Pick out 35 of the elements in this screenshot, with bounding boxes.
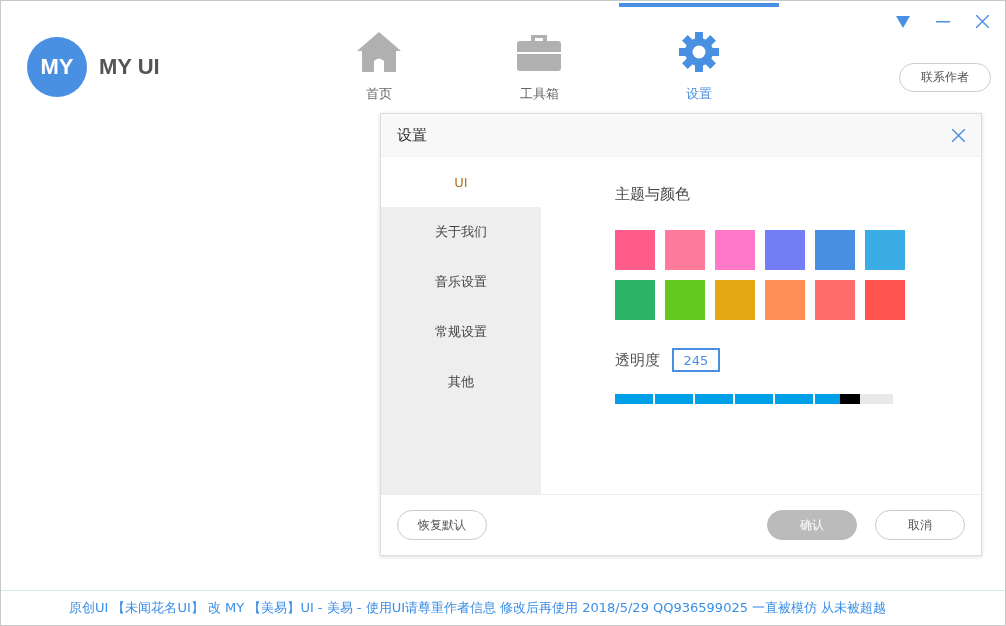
sidebar-item[interactable]: 其他 (381, 357, 541, 407)
color-swatch[interactable] (765, 230, 805, 270)
nav-tab[interactable]: 首页 (299, 3, 459, 111)
minimize-icon[interactable] (936, 20, 950, 23)
sidebar-item[interactable]: 常规设置 (381, 307, 541, 357)
color-swatch[interactable] (765, 280, 805, 320)
color-swatch[interactable] (865, 230, 905, 270)
sidebar-item[interactable]: 音乐设置 (381, 257, 541, 307)
opacity-label: 透明度 (615, 350, 660, 370)
color-swatch[interactable] (715, 280, 755, 320)
color-swatch[interactable] (615, 280, 655, 320)
cancel-button[interactable]: 取消 (875, 510, 965, 540)
color-swatch[interactable] (615, 230, 655, 270)
close-icon[interactable] (952, 128, 965, 142)
app-title: MY UI (99, 54, 160, 80)
color-swatch[interactable] (865, 280, 905, 320)
footer-text: 原创UI 【未闻花名UI】 改 MY 【美易】UI - 美易 - 使用UI请尊重作者信息 修改后再使用 2018/5/29 QQ936599025 一直被模仿 从未被超越 (69, 599, 887, 617)
color-swatch[interactable] (715, 230, 755, 270)
dialog-title: 设置 (397, 125, 427, 145)
nav-tab[interactable]: 工具箱 (459, 3, 619, 111)
sidebar-item[interactable]: UI (381, 157, 541, 207)
color-swatch[interactable] (665, 280, 705, 320)
sidebar-item[interactable]: 关于我们 (381, 207, 541, 257)
house-icon (356, 31, 402, 73)
logo-badge: MY (27, 37, 87, 97)
close-icon[interactable] (976, 15, 989, 28)
color-swatch[interactable] (665, 230, 705, 270)
gear-icon (679, 31, 719, 73)
color-swatch[interactable] (815, 230, 855, 270)
slider-thumb[interactable] (839, 394, 860, 404)
dropdown-icon[interactable] (896, 15, 910, 28)
section-heading: 主题与颜色 (615, 185, 691, 204)
reset-button[interactable]: 恢复默认 (397, 510, 487, 540)
color-swatch[interactable] (815, 280, 855, 320)
contact-author-button[interactable]: 联系作者 (899, 63, 991, 92)
